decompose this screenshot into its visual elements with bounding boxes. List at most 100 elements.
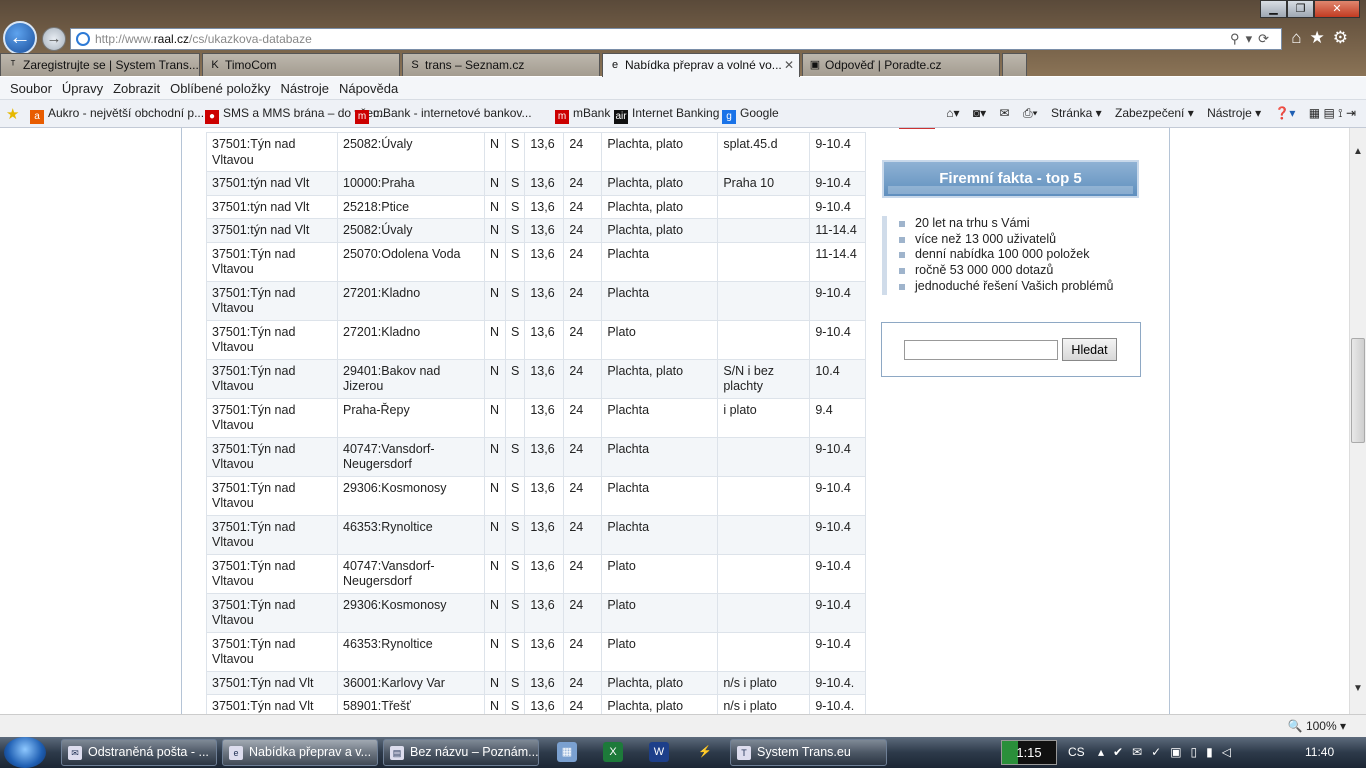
zoom-level[interactable]: 🔍 100% ▾ bbox=[1288, 719, 1346, 733]
toolbar-extra-icons[interactable]: ▦ ▤ ⟟ ⇥ bbox=[1309, 106, 1356, 120]
table-row: 37501:Týn nad Vltavou 40747:Vansdorf-Neug… bbox=[206, 553, 867, 594]
app-bolt-icon[interactable]: ⚡ bbox=[695, 742, 715, 762]
status-bar: 🔍 100% ▾ bbox=[0, 714, 1366, 737]
favorites-star-icon[interactable]: ★ bbox=[6, 105, 19, 123]
menu-item-3[interactable]: Zobrazit bbox=[113, 77, 160, 100]
table-cell: Plachta, plato bbox=[601, 670, 719, 695]
close-window-button[interactable]: ✕ bbox=[1314, 0, 1360, 18]
table-cell: 13,6 bbox=[524, 241, 565, 282]
word-icon[interactable]: W bbox=[649, 742, 669, 762]
table-cell: 37501:Týn nad Vltavou bbox=[206, 358, 338, 399]
tab-3[interactable]: Strans – Seznam.cz bbox=[402, 53, 600, 76]
home-icon[interactable]: ⌂▾ bbox=[946, 106, 959, 120]
taskbar-app-icon: e bbox=[229, 746, 243, 760]
taskbar-label: Odstraněná pošta - ... bbox=[88, 745, 209, 759]
cmd-zabezpeceni[interactable]: Zabezpečení ▾ bbox=[1115, 106, 1194, 120]
table-row: 37501:Týn nad Vltavou 29306:Kosmonosy N S 13… bbox=[206, 592, 867, 633]
favorite-link-1[interactable]: a Aukro - největší obchodní p... bbox=[30, 106, 204, 124]
address-bar-icons[interactable]: ⚲▾⟳ bbox=[1230, 29, 1275, 49]
tab-2[interactable]: K TimoCom bbox=[202, 53, 400, 76]
url-path: /cs/ukazkova-databaze bbox=[189, 32, 312, 46]
tab-favicon-icon: K bbox=[211, 59, 219, 71]
back-button[interactable]: ← bbox=[3, 21, 37, 55]
table-cell: 9-10.4 bbox=[809, 280, 867, 321]
search-button[interactable]: Hledat bbox=[1062, 338, 1117, 361]
address-bar[interactable]: http://www.raal.cz/cs/ukazkova-databaze … bbox=[70, 28, 1282, 50]
table-cell: 13,6 bbox=[524, 397, 565, 438]
forward-button[interactable]: → bbox=[42, 27, 66, 51]
table-cell: N bbox=[484, 319, 506, 360]
table-cell: 24 bbox=[563, 319, 603, 360]
tray-icons[interactable]: ▴✔✉✓▣▯▮◁ bbox=[1098, 737, 1240, 768]
system-clock[interactable]: 11:40 bbox=[1305, 737, 1334, 768]
tab-close-icon[interactable]: ✕ bbox=[784, 54, 794, 76]
start-button[interactable] bbox=[4, 737, 46, 768]
command-bar: ⌂▾ ◙▾ ✉ ⎙▾ Stránka ▾ Zabezpečení ▾ Nástr… bbox=[936, 106, 1356, 121]
rss-icon[interactable]: ◙▾ bbox=[973, 106, 986, 120]
clock-widget[interactable]: 1:15 bbox=[1001, 740, 1057, 765]
calculator-icon[interactable]: ▦ bbox=[557, 742, 577, 762]
table-cell: Praha 10 bbox=[717, 171, 811, 196]
table-cell: 9-10.4 bbox=[809, 514, 867, 555]
table-row: 37501:Týn nad Vltavou 40747:Vansdorf-Neug… bbox=[206, 436, 867, 477]
scroll-up-icon[interactable]: ▲ bbox=[1350, 146, 1366, 157]
table-cell: N bbox=[484, 475, 506, 516]
favorite-icon: ● bbox=[205, 110, 219, 124]
favorite-label: Google bbox=[740, 106, 779, 120]
table-row: 37501:Týn nad Vltavou 46353:Rynoltice N S 13… bbox=[206, 514, 867, 555]
menu-item-2[interactable]: Úpravy bbox=[62, 77, 103, 100]
table-cell: n/s i plato bbox=[717, 670, 811, 695]
table-cell bbox=[717, 475, 811, 516]
table-cell: 13,6 bbox=[524, 694, 565, 714]
table-cell: 13,6 bbox=[524, 358, 565, 399]
table-cell bbox=[717, 592, 811, 633]
new-tab-button[interactable] bbox=[1002, 53, 1027, 76]
taskbar-button-3[interactable]: ▤ Bez názvu – Poznám... bbox=[383, 739, 539, 766]
print-icon[interactable]: ⎙▾ bbox=[1023, 106, 1038, 120]
table-cell bbox=[717, 194, 811, 219]
mail-icon[interactable]: ✉ bbox=[1000, 106, 1010, 120]
table-cell: Plato bbox=[601, 631, 719, 672]
favorite-link-5[interactable]: air Internet Banking bbox=[614, 106, 719, 124]
menu-item-5[interactable]: Nástroje bbox=[281, 77, 329, 100]
taskbar-button-4[interactable]: T System Trans.eu bbox=[730, 739, 887, 766]
tab-1[interactable]: ᵀ Zaregistrujte se | System Trans... bbox=[0, 53, 200, 76]
taskbar-button-2[interactable]: e Nabídka přeprav a v... bbox=[222, 739, 378, 766]
table-cell: Plachta, plato bbox=[601, 132, 719, 172]
table-cell bbox=[717, 218, 811, 243]
table-cell: 37501:Týn nad Vltavou bbox=[206, 319, 338, 360]
scroll-down-icon[interactable]: ▼ bbox=[1350, 683, 1366, 694]
table-cell: 9-10.4. bbox=[809, 694, 867, 714]
table-cell: N bbox=[484, 171, 506, 196]
table-row: 37501:Týn nad Vlt 58901:Třešť N S 13,6 24 Plac… bbox=[206, 694, 867, 714]
cmd-stranka[interactable]: Stránka ▾ bbox=[1051, 106, 1102, 120]
menu-item-6[interactable]: Nápověda bbox=[339, 77, 398, 100]
table-row: 37501:Týn nad Vltavou 29401:Bakov nad Jiz… bbox=[206, 358, 867, 399]
cut-off-link[interactable] bbox=[899, 128, 935, 131]
menu-item-1[interactable]: Soubor bbox=[10, 77, 52, 100]
vertical-scrollbar[interactable]: ▲ ▼ bbox=[1349, 128, 1366, 714]
home-favorites-tools-icons[interactable]: ⌂★⚙ bbox=[1291, 28, 1356, 48]
search-input[interactable] bbox=[904, 340, 1058, 360]
menu-item-4[interactable]: Oblíbené položky bbox=[170, 77, 270, 100]
table-cell: 13,6 bbox=[524, 194, 565, 219]
language-indicator[interactable]: CS bbox=[1068, 737, 1085, 768]
table-cell bbox=[717, 436, 811, 477]
favorite-link-3[interactable]: m mBank - internetové bankov... bbox=[355, 106, 532, 124]
scroll-thumb[interactable] bbox=[1351, 338, 1365, 443]
table-row: 37501:týn nad Vlt 10000:Praha N S 13,6 24 Plac… bbox=[206, 171, 867, 196]
table-cell: n/s i plato bbox=[717, 694, 811, 714]
maximize-button[interactable]: ❐ bbox=[1287, 0, 1314, 18]
favorite-link-4[interactable]: m mBank bbox=[555, 106, 610, 124]
tab-4[interactable]: e Nabídka přeprav a volné vo... ✕ bbox=[602, 53, 800, 77]
favorite-link-6[interactable]: g Google bbox=[722, 106, 779, 124]
minimize-button[interactable]: ▁ bbox=[1260, 0, 1287, 18]
taskbar-button-1[interactable]: ✉ Odstraněná pošta - ... bbox=[61, 739, 217, 766]
table-cell: S bbox=[504, 553, 526, 594]
tab-5[interactable]: ▣ Odpověď | Poradte.cz bbox=[802, 53, 1000, 76]
table-cell: 9-10.4 bbox=[809, 631, 867, 672]
table-cell: S bbox=[504, 631, 526, 672]
excel-icon[interactable]: X bbox=[603, 742, 623, 762]
help-icon[interactable]: ❓▾ bbox=[1274, 106, 1295, 120]
cmd-nastroje[interactable]: Nástroje ▾ bbox=[1207, 106, 1261, 120]
